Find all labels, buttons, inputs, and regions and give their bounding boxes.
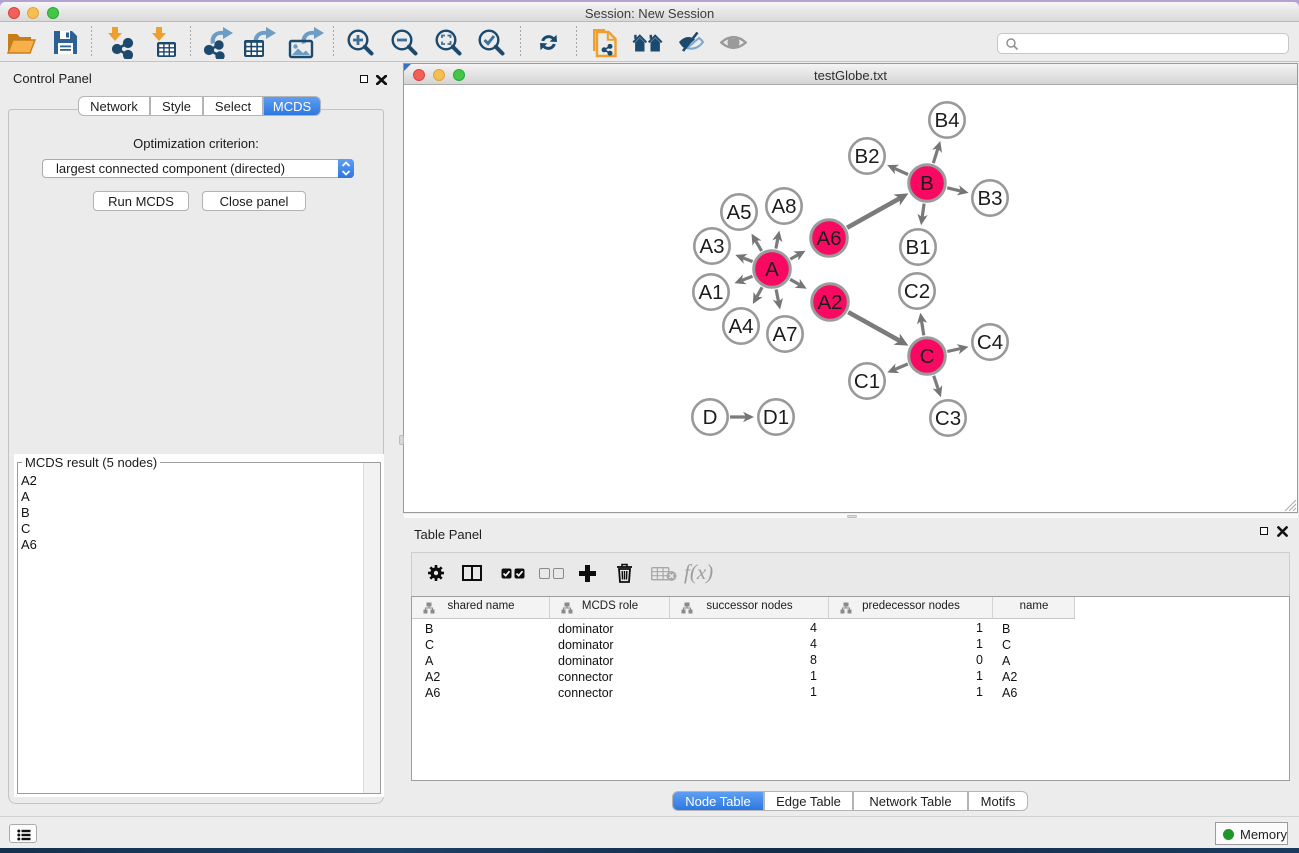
svg-text:A2: A2 (817, 291, 842, 314)
svg-text:A: A (765, 258, 779, 281)
svg-text:B1: B1 (905, 236, 930, 259)
svg-text:C2: C2 (904, 280, 930, 303)
svg-text:A5: A5 (726, 201, 751, 224)
svg-text:A4: A4 (728, 315, 753, 338)
svg-text:C: C (920, 345, 935, 368)
svg-text:A3: A3 (699, 235, 724, 258)
svg-text:C4: C4 (977, 331, 1003, 354)
svg-text:A6: A6 (816, 227, 841, 250)
svg-text:A7: A7 (772, 323, 797, 346)
svg-text:D1: D1 (763, 406, 789, 429)
svg-text:A1: A1 (698, 281, 723, 304)
svg-text:D: D (703, 406, 718, 429)
svg-text:B2: B2 (854, 145, 879, 168)
svg-text:C1: C1 (854, 370, 880, 393)
svg-text:A8: A8 (771, 195, 796, 218)
svg-text:B: B (920, 172, 934, 195)
svg-text:B3: B3 (977, 187, 1002, 210)
svg-text:C3: C3 (935, 407, 961, 430)
svg-text:B4: B4 (934, 109, 959, 132)
